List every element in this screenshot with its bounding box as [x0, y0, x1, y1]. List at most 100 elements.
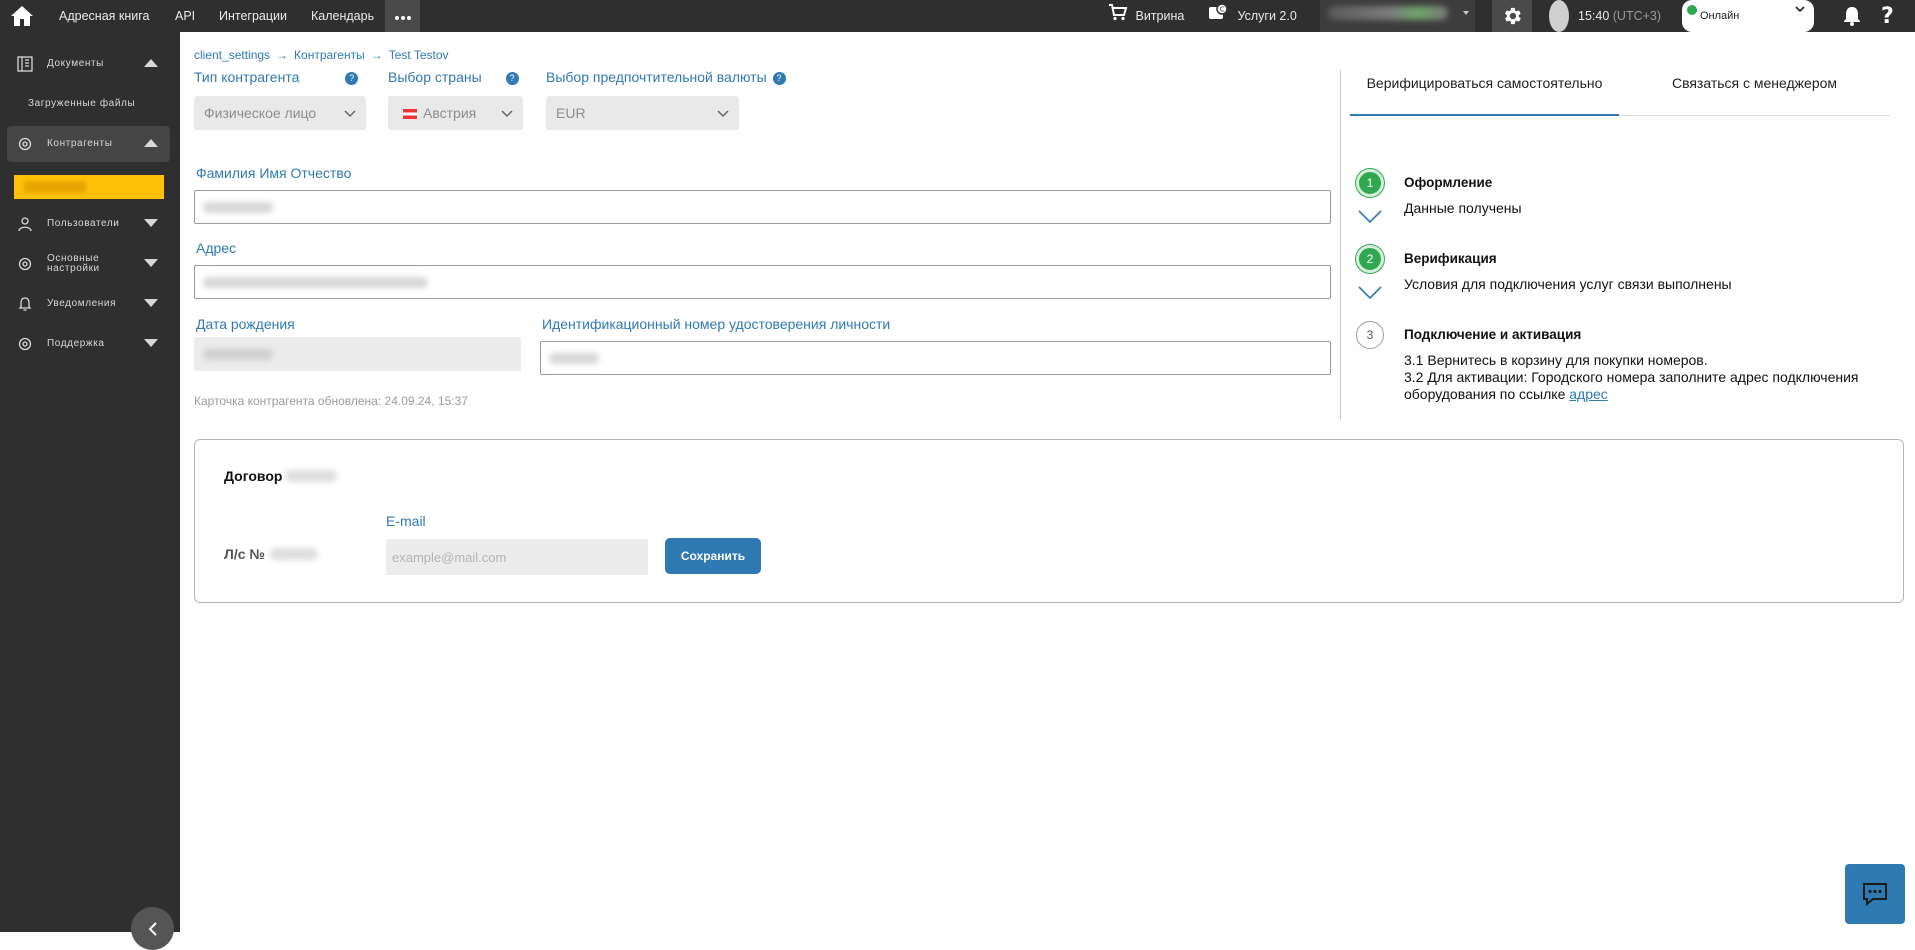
sidebar-collapse-button[interactable] — [131, 907, 174, 950]
tab-contact-manager[interactable]: Связаться с менеджером — [1619, 68, 1890, 116]
arrow-right-icon: → — [276, 48, 289, 62]
more-menu-button[interactable] — [385, 0, 420, 32]
sidebar-item-label: Документы — [47, 58, 104, 69]
sidebar-item-label: Пользователи — [47, 218, 120, 229]
status-select[interactable]: Онлайн — [1682, 0, 1814, 32]
breadcrumb-item[interactable]: Контрагенты — [294, 48, 365, 62]
step-3-title: Подключение и активация — [1404, 327, 1582, 342]
step-1-title: Оформление — [1404, 175, 1493, 190]
timezone-value: (UTC+3) — [1612, 9, 1662, 23]
type-select[interactable]: Физическое лицо — [194, 96, 366, 130]
services-icon: C — [1208, 1, 1228, 33]
bell-icon[interactable] — [1843, 0, 1861, 32]
chat-button[interactable] — [1845, 864, 1905, 924]
chevron-down-icon[interactable] — [144, 339, 158, 347]
nav-integrations[interactable]: Интеграции — [219, 0, 287, 32]
birth-date-field[interactable] — [194, 337, 521, 371]
address-link[interactable]: адрес — [1569, 386, 1608, 402]
sidebar-item-uploaded-files[interactable]: Загруженные файлы — [28, 98, 135, 109]
nav-address-book[interactable]: Адресная книга — [59, 0, 149, 32]
help-icon[interactable]: ? — [345, 72, 359, 85]
step-2-circle: 2 — [1356, 245, 1384, 273]
sidebar-item-users[interactable]: Пользователи — [7, 206, 170, 242]
updated-timestamp: Карточка контрагента обновлена: 24.09.24… — [194, 394, 468, 408]
chevron-down-icon[interactable] — [144, 219, 158, 227]
settings-button[interactable] — [1492, 0, 1532, 32]
step-3-line-3: оборудования по ссылке адрес — [1404, 386, 1608, 402]
services-link[interactable]: C Услуги 2.0 — [1208, 0, 1297, 32]
help-icon[interactable]: ? — [772, 72, 786, 85]
sidebar-selected-subitem[interactable] — [14, 175, 164, 199]
account-selector[interactable] — [1320, 0, 1475, 32]
dropdown-caret-icon — [1463, 11, 1469, 15]
currency-select[interactable]: EUR — [546, 96, 739, 130]
contract-title: Договор — [224, 468, 283, 484]
help-icon[interactable]: ? — [505, 72, 519, 85]
birth-date-label: Дата рождения — [196, 316, 295, 332]
home-icon[interactable] — [10, 0, 34, 32]
status-label: Онлайн — [1700, 10, 1740, 22]
chevron-down-icon — [344, 110, 356, 118]
documents-icon — [17, 56, 33, 72]
gear-icon — [18, 137, 32, 151]
more-dots-icon — [394, 16, 399, 20]
tab-self-verify[interactable]: Верифицироваться самостоятельно — [1350, 68, 1619, 116]
support-icon — [18, 337, 32, 351]
sidebar-item-support[interactable]: Поддержка — [7, 326, 170, 362]
step-2-text: Условия для подключения услуг связи выпо… — [1404, 276, 1732, 292]
save-button[interactable]: Сохранить — [665, 538, 761, 574]
sidebar-item-label: Уведомления — [47, 298, 117, 309]
help-icon[interactable]: ? — [1878, 0, 1900, 32]
vertical-divider — [1340, 70, 1341, 420]
clock: 15:40 (UTC+3) — [1578, 0, 1661, 32]
breadcrumb-item[interactable]: client_settings — [194, 48, 270, 62]
email-field[interactable] — [386, 539, 648, 575]
address-label: Адрес — [196, 240, 237, 256]
svg-text:?: ? — [1881, 4, 1894, 28]
sidebar-item-label: Поддержка — [47, 338, 105, 349]
id-number-field[interactable] — [540, 341, 1331, 375]
sidebar-item-counterparties[interactable]: Контрагенты — [7, 126, 170, 162]
svg-text:C: C — [1220, 5, 1225, 13]
nav-calendar[interactable]: Календарь — [311, 0, 374, 32]
contract-number-blur — [285, 470, 337, 482]
chat-icon — [1863, 883, 1887, 907]
services-label: Услуги 2.0 — [1237, 9, 1297, 23]
fio-field[interactable] — [194, 190, 1331, 224]
chevron-left-icon — [148, 921, 157, 936]
avatar[interactable] — [1549, 0, 1569, 32]
breadcrumb-item[interactable]: Test Testov — [389, 48, 449, 62]
cart-icon — [1108, 1, 1128, 33]
email-label: E-mail — [386, 513, 426, 529]
address-field[interactable] — [194, 265, 1331, 299]
verification-tabs: Верифицироваться самостоятельно Связатьс… — [1350, 68, 1890, 116]
sidebar-item-notifications[interactable]: Уведомления — [7, 286, 170, 322]
chevron-up-icon[interactable] — [144, 139, 158, 147]
chevron-down-icon[interactable] — [144, 299, 158, 307]
chevron-down-icon — [717, 110, 729, 118]
country-select[interactable]: Австрия — [388, 96, 523, 130]
chevron-up-icon[interactable] — [144, 59, 158, 67]
step-1-circle: 1 — [1356, 169, 1384, 197]
sidebar-item-label: Контрагенты — [47, 138, 113, 149]
nav-api[interactable]: API — [175, 0, 195, 32]
type-label: Тип контрагента ? — [194, 69, 359, 85]
fio-label: Фамилия Имя Отчество — [196, 165, 352, 181]
step-1-text: Данные получены — [1404, 200, 1522, 216]
currency-value: EUR — [556, 105, 586, 121]
step-3-circle: 3 — [1356, 321, 1384, 349]
country-label: Выбор страны ? — [388, 69, 519, 85]
sidebar-item-documents[interactable]: Документы — [7, 46, 170, 82]
sidebar-item-main-settings[interactable]: Основные настройки — [7, 246, 170, 282]
account-number-blur — [270, 548, 318, 560]
main-content: client_settings → Контрагенты → Test Testov … — [180, 32, 1915, 932]
currency-label: Выбор предпочтительной валюты ? — [546, 69, 786, 85]
chevron-down-icon — [1795, 6, 1805, 13]
chevron-down-icon[interactable] — [144, 259, 158, 267]
gear-icon — [1505, 7, 1521, 25]
step-2-title: Верификация — [1404, 251, 1497, 266]
showcase-label: Витрина — [1135, 9, 1185, 23]
showcase-link[interactable]: Витрина — [1108, 0, 1184, 32]
bell-icon — [18, 297, 32, 311]
account-label: Л/с № — [224, 546, 265, 562]
